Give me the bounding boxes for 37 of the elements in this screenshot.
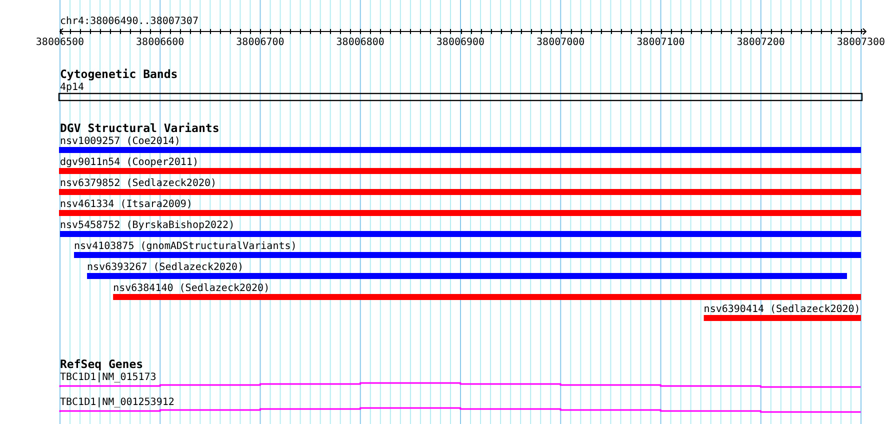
location-label: chr4:38006490..38007307	[60, 16, 198, 27]
chromosome-band[interactable]	[58, 92, 863, 102]
variant-label: nsv1009257 (Coe2014)	[60, 136, 180, 147]
gene-label: TBC1D1|NM_015173	[60, 372, 156, 383]
ruler-tick-label: 38006700	[236, 37, 284, 48]
ruler-tick-label: 38007000	[536, 37, 585, 48]
variant-label: nsv6393267 (Sedlazeck2020)	[87, 262, 244, 273]
track-title: RefSeq Genes	[60, 357, 144, 371]
track-title: Cytogenetic Bands	[60, 67, 178, 81]
variant-bar[interactable]	[59, 189, 861, 195]
variant-bar[interactable]	[59, 147, 861, 153]
ruler-tick-label: 38007300	[836, 37, 886, 48]
variant-bar[interactable]	[113, 294, 861, 300]
ruler-tick-label: 38006500	[36, 37, 84, 48]
ruler-tick-label: 38006600	[136, 37, 184, 48]
variant-bar[interactable]	[59, 210, 861, 216]
variant-label: nsv461334 (Itsara2009)	[60, 199, 192, 210]
gene-model[interactable]	[59, 407, 861, 413]
variant-bar[interactable]	[60, 231, 861, 237]
variant-label: nsv6384140 (Sedlazeck2020)	[113, 283, 270, 294]
ruler-tick-label: 38006900	[436, 37, 485, 48]
variant-bar[interactable]	[59, 168, 861, 174]
ruler-tick-label: 38007100	[636, 37, 685, 48]
variant-label: nsv6379852 (Sedlazeck2020)	[60, 178, 217, 189]
variant-label: dgv9011n54 (Cooper2011)	[60, 157, 198, 168]
variant-label: nsv4103875 (gnomADStructuralVariants)	[74, 241, 297, 252]
variant-label: nsv6390414 (Sedlazeck2020)	[704, 304, 860, 315]
variant-bar[interactable]	[87, 273, 847, 279]
gene-label: TBC1D1|NM_001253912	[60, 397, 174, 408]
ruler-tick-label: 38007200	[736, 37, 785, 48]
ruler-tick-label: 38006800	[336, 37, 384, 48]
track-title: DGV Structural Variants	[60, 121, 220, 135]
variant-bar[interactable]	[74, 252, 861, 258]
band-label: 4p14	[60, 82, 84, 93]
gene-model[interactable]	[59, 382, 861, 388]
variant-bar[interactable]	[704, 315, 861, 321]
variant-label: nsv5458752 (ByrskaBishop2022)	[60, 220, 235, 231]
